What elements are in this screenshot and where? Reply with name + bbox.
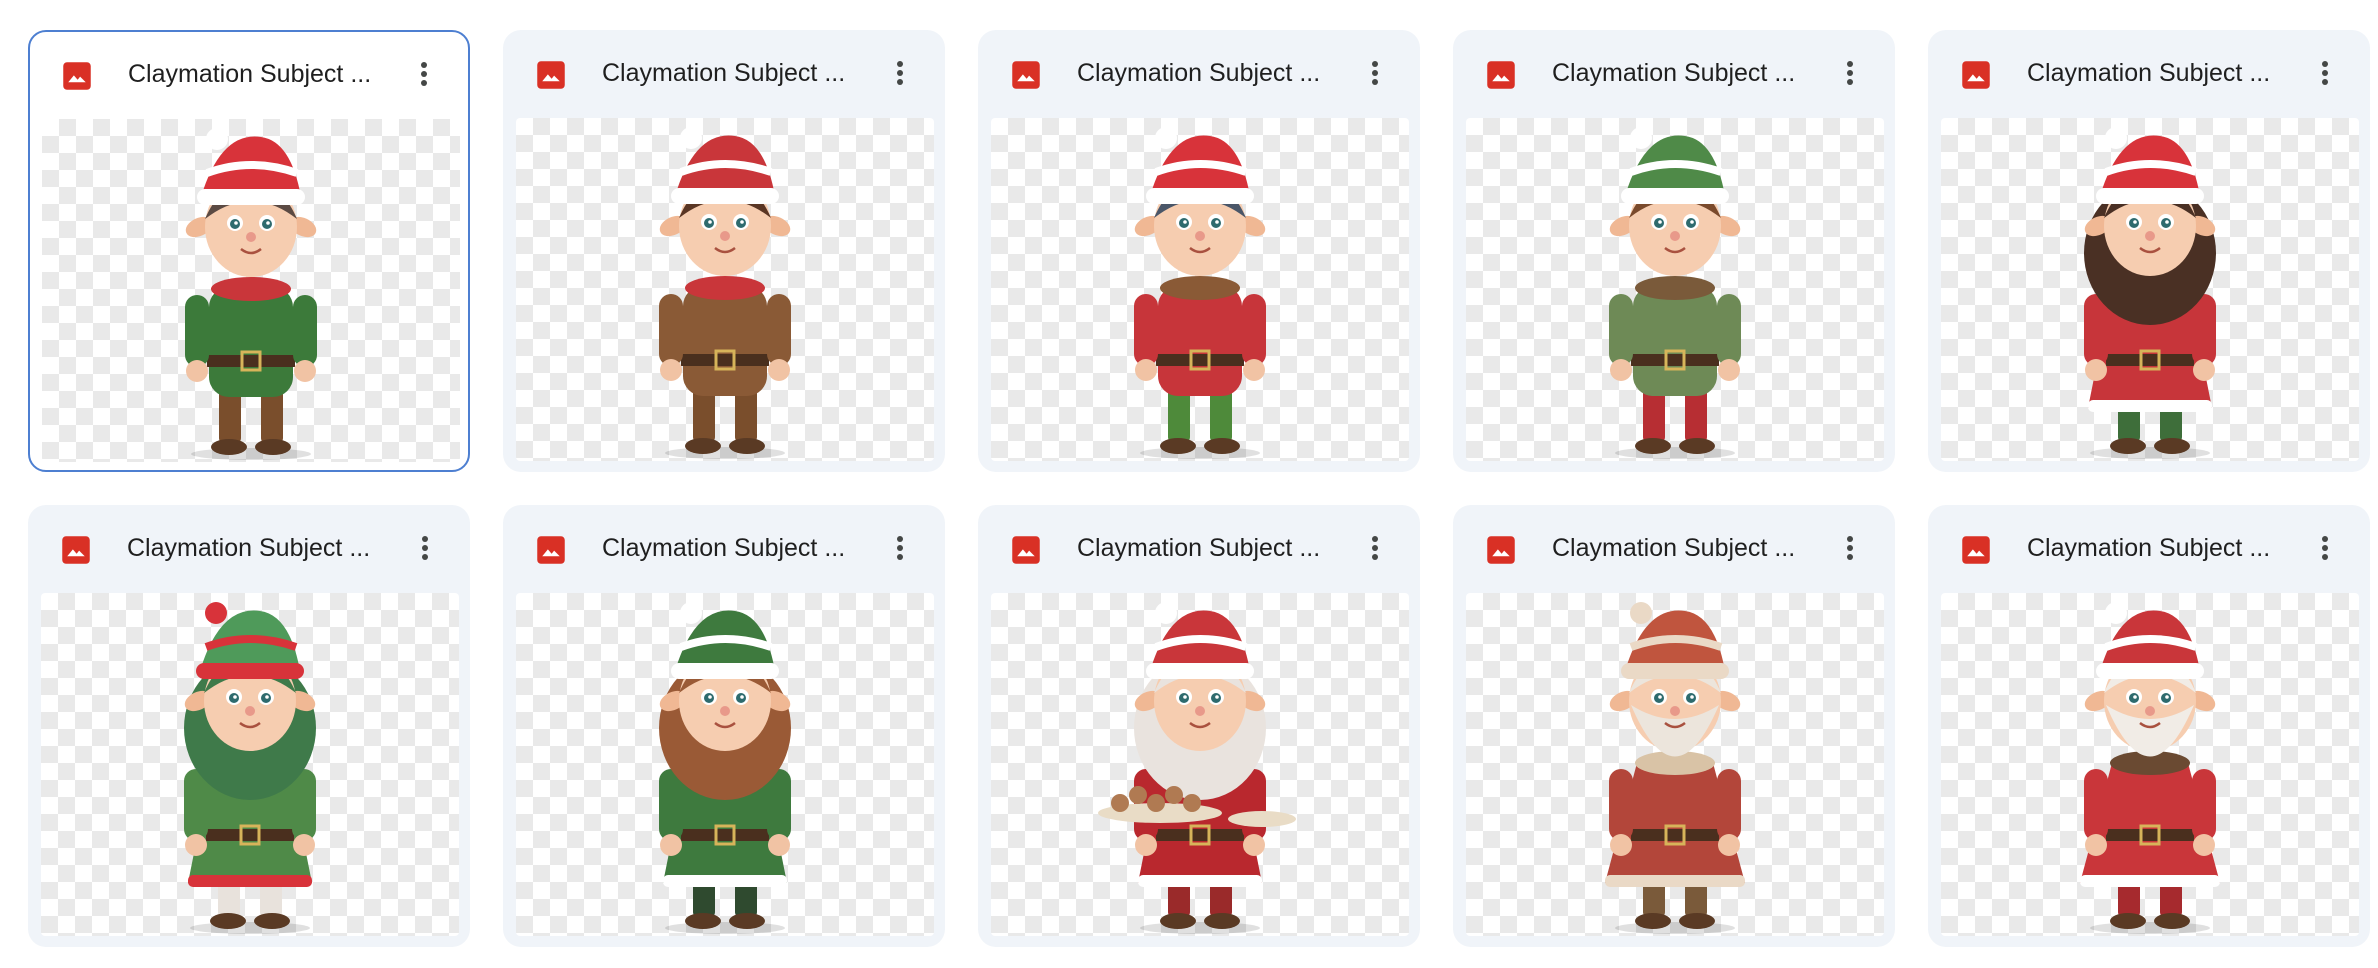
file-name: Claymation Subject ... bbox=[1552, 534, 1796, 562]
elf-boy-green-coat-figure bbox=[1134, 127, 1266, 459]
image-file-icon bbox=[1011, 535, 1041, 565]
file-card-header: Claymation Subject ... bbox=[29, 506, 469, 590]
santa-long-coat-figure bbox=[1605, 602, 1745, 934]
elf-boy-laughing-figure bbox=[659, 127, 791, 459]
file-thumbnail[interactable] bbox=[1466, 118, 1884, 461]
elf-girl-striped-figure bbox=[659, 602, 791, 934]
more-vertical-icon bbox=[2321, 535, 2329, 561]
more-actions-button[interactable] bbox=[1828, 51, 1872, 95]
mrs-claus-cookies-figure bbox=[1098, 602, 1296, 934]
file-card[interactable]: Claymation Subject ... bbox=[503, 505, 945, 947]
more-actions-button[interactable] bbox=[878, 526, 922, 570]
file-name: Claymation Subject ... bbox=[1077, 534, 1321, 562]
file-card-header: Claymation Subject ... bbox=[504, 31, 944, 115]
file-thumbnail[interactable] bbox=[516, 118, 934, 461]
file-card-header: Claymation Subject ... bbox=[979, 31, 1419, 115]
file-card-header: Claymation Subject ... bbox=[1929, 506, 2369, 590]
file-name: Claymation Subject ... bbox=[1077, 59, 1321, 87]
image-file-icon bbox=[536, 535, 566, 565]
elf-boy-green-hat-figure bbox=[1609, 127, 1741, 459]
file-card[interactable]: Claymation Subject ... bbox=[28, 505, 470, 947]
image-file-icon bbox=[1961, 535, 1991, 565]
more-vertical-icon bbox=[421, 535, 429, 561]
file-thumbnail[interactable] bbox=[1941, 118, 2359, 461]
file-card[interactable]: Claymation Subject ... bbox=[28, 30, 470, 472]
file-card[interactable]: Claymation Subject ... bbox=[1928, 30, 2370, 472]
more-actions-button[interactable] bbox=[2303, 51, 2347, 95]
file-card[interactable]: Claymation Subject ... bbox=[978, 505, 1420, 947]
file-thumbnail[interactable] bbox=[41, 593, 459, 936]
elf-girl-red-dress-figure bbox=[2084, 127, 2216, 459]
more-vertical-icon bbox=[2321, 60, 2329, 86]
elf-girl-green-hair-figure bbox=[184, 602, 316, 934]
file-name: Claymation Subject ... bbox=[2027, 534, 2271, 562]
file-card-header: Claymation Subject ... bbox=[979, 506, 1419, 590]
more-actions-button[interactable] bbox=[2303, 526, 2347, 570]
file-thumbnail[interactable] bbox=[516, 593, 934, 936]
more-actions-button[interactable] bbox=[1828, 526, 1872, 570]
file-card-header: Claymation Subject ... bbox=[1929, 31, 2369, 115]
more-actions-button[interactable] bbox=[1353, 51, 1397, 95]
file-grid: Claymation Subject ... Claymation Subject… bbox=[28, 30, 2370, 947]
image-file-icon bbox=[61, 535, 91, 565]
more-actions-button[interactable] bbox=[878, 51, 922, 95]
file-name: Claymation Subject ... bbox=[602, 59, 846, 87]
file-name: Claymation Subject ... bbox=[602, 534, 846, 562]
file-card-header: Claymation Subject ... bbox=[504, 506, 944, 590]
file-thumbnail[interactable] bbox=[1466, 593, 1884, 936]
more-vertical-icon bbox=[896, 60, 904, 86]
elf-boy-red-hat-figure bbox=[185, 128, 317, 460]
more-actions-button[interactable] bbox=[403, 526, 447, 570]
image-file-icon bbox=[1486, 60, 1516, 90]
file-card[interactable]: Claymation Subject ... bbox=[978, 30, 1420, 472]
more-vertical-icon bbox=[896, 535, 904, 561]
file-card[interactable]: Claymation Subject ... bbox=[503, 30, 945, 472]
file-card[interactable]: Claymation Subject ... bbox=[1453, 30, 1895, 472]
more-actions-button[interactable] bbox=[402, 52, 446, 96]
image-file-icon bbox=[1486, 535, 1516, 565]
image-file-icon bbox=[1961, 60, 1991, 90]
file-name: Claymation Subject ... bbox=[1552, 59, 1796, 87]
more-vertical-icon bbox=[420, 61, 428, 87]
file-thumbnail[interactable] bbox=[42, 119, 460, 462]
more-vertical-icon bbox=[1371, 535, 1379, 561]
santa-classic-figure bbox=[2080, 602, 2220, 934]
file-thumbnail[interactable] bbox=[991, 593, 1409, 936]
file-thumbnail[interactable] bbox=[1941, 593, 2359, 936]
image-file-icon bbox=[536, 60, 566, 90]
more-vertical-icon bbox=[1846, 535, 1854, 561]
more-vertical-icon bbox=[1371, 60, 1379, 86]
file-card-header: Claymation Subject ... bbox=[30, 32, 468, 116]
file-card-header: Claymation Subject ... bbox=[1454, 506, 1894, 590]
file-thumbnail[interactable] bbox=[991, 118, 1409, 461]
more-vertical-icon bbox=[1846, 60, 1854, 86]
file-name: Claymation Subject ... bbox=[127, 534, 371, 562]
file-name: Claymation Subject ... bbox=[2027, 59, 2271, 87]
more-actions-button[interactable] bbox=[1353, 526, 1397, 570]
image-file-icon bbox=[62, 61, 92, 91]
file-card[interactable]: Claymation Subject ... bbox=[1453, 505, 1895, 947]
file-name: Claymation Subject ... bbox=[128, 60, 372, 88]
image-file-icon bbox=[1011, 60, 1041, 90]
file-card-header: Claymation Subject ... bbox=[1454, 31, 1894, 115]
file-card[interactable]: Claymation Subject ... bbox=[1928, 505, 2370, 947]
